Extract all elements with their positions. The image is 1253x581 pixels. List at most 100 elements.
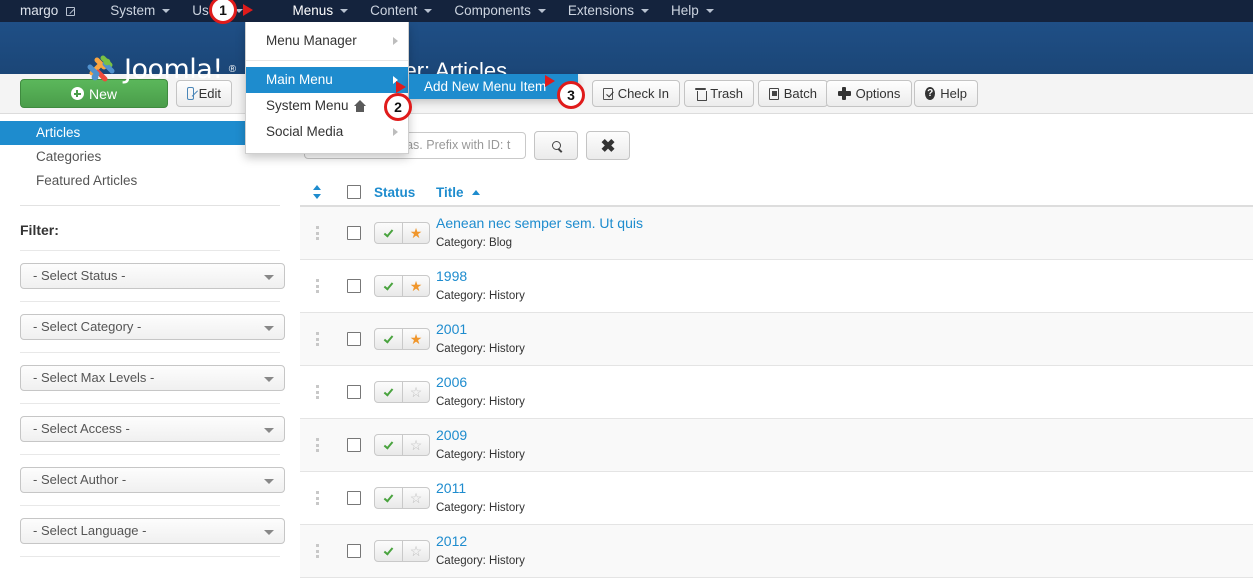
- column-header-title[interactable]: Title: [436, 185, 1253, 200]
- options-button-label: Options: [856, 86, 901, 101]
- row-drag-handle[interactable]: [300, 544, 334, 558]
- filter-select-author[interactable]: - Select Author -: [20, 467, 285, 493]
- row-checkbox[interactable]: [347, 279, 361, 293]
- row-title-cell: 2001 Category: History: [436, 321, 1253, 357]
- menus-dropdown: Menu Manager Main Menu System Menu Socia…: [245, 22, 409, 154]
- chevron-down-icon: [340, 9, 348, 13]
- filter-divider: [20, 556, 280, 557]
- row-drag-handle[interactable]: [300, 226, 334, 240]
- article-category: Category: History: [436, 343, 525, 355]
- article-category: Category: History: [436, 502, 525, 514]
- publish-toggle[interactable]: [375, 541, 402, 561]
- article-title-link[interactable]: 2001: [436, 321, 1253, 337]
- table-row[interactable]: ☆ 2009 Category: History: [300, 419, 1253, 472]
- row-drag-handle[interactable]: [300, 279, 334, 293]
- column-header-status[interactable]: Status: [374, 185, 436, 200]
- column-header-ordering[interactable]: [300, 185, 334, 199]
- home-icon: [354, 100, 367, 112]
- nav-item-menus[interactable]: Menus: [282, 0, 360, 22]
- row-checkbox-cell[interactable]: [334, 332, 374, 346]
- feature-toggle[interactable]: ★: [402, 329, 429, 349]
- star-outline-icon: ☆: [410, 544, 423, 558]
- filter-select-category[interactable]: - Select Category -: [20, 314, 285, 340]
- row-drag-handle[interactable]: [300, 491, 334, 505]
- dropdown-item-menu-manager[interactable]: Menu Manager: [246, 28, 408, 54]
- nav-item-help[interactable]: Help: [660, 0, 725, 22]
- article-title-link[interactable]: 2006: [436, 374, 1253, 390]
- table-row[interactable]: ☆ 2012 Category: History: [300, 525, 1253, 578]
- row-title-cell: 1998 Category: History: [436, 268, 1253, 304]
- publish-toggle[interactable]: [375, 488, 402, 508]
- nav-item-system[interactable]: System: [99, 0, 181, 22]
- table-row[interactable]: ★ 1998 Category: History: [300, 260, 1253, 313]
- header-band: Joomla! ® ager: Articles: [0, 22, 1253, 74]
- feature-toggle[interactable]: ☆: [402, 382, 429, 402]
- sidebar-item-articles[interactable]: Articles: [0, 121, 245, 145]
- row-checkbox[interactable]: [347, 226, 361, 240]
- article-title-link[interactable]: 2011: [436, 480, 1253, 496]
- row-checkbox[interactable]: [347, 544, 361, 558]
- publish-toggle[interactable]: [375, 435, 402, 455]
- publish-toggle[interactable]: [375, 382, 402, 402]
- row-checkbox-cell[interactable]: [334, 544, 374, 558]
- sidebar-item-featured-articles[interactable]: Featured Articles: [0, 169, 300, 193]
- article-title-link[interactable]: 2009: [436, 427, 1253, 443]
- check-in-button-label: Check In: [618, 86, 669, 101]
- feature-toggle[interactable]: ☆: [402, 541, 429, 561]
- star-outline-icon: ☆: [410, 438, 423, 452]
- row-checkbox-cell[interactable]: [334, 385, 374, 399]
- table-row[interactable]: ★ Aenean nec semper sem. Ut quis Categor…: [300, 207, 1253, 260]
- row-drag-handle[interactable]: [300, 385, 334, 399]
- select-all-checkbox[interactable]: [347, 185, 361, 199]
- row-checkbox-cell[interactable]: [334, 491, 374, 505]
- sidebar-label-articles: Articles: [36, 125, 80, 140]
- brand-link[interactable]: margo: [0, 0, 99, 22]
- options-button[interactable]: Options: [826, 80, 912, 107]
- row-checkbox[interactable]: [347, 491, 361, 505]
- row-checkbox[interactable]: [347, 332, 361, 346]
- row-checkbox-cell[interactable]: [334, 226, 374, 240]
- filter-select-status[interactable]: - Select Status -: [20, 263, 285, 289]
- dropdown-item-social-media[interactable]: Social Media: [246, 119, 408, 145]
- clear-search-button[interactable]: ✖: [586, 131, 630, 160]
- nav-item-components[interactable]: Components: [443, 0, 557, 22]
- filter-select-language[interactable]: - Select Language -: [20, 518, 285, 544]
- feature-toggle[interactable]: ★: [402, 276, 429, 296]
- row-drag-handle[interactable]: [300, 438, 334, 452]
- nav-item-content[interactable]: Content: [359, 0, 443, 22]
- table-row[interactable]: ☆ 2006 Category: History: [300, 366, 1253, 419]
- table-row[interactable]: ☆ 2011 Category: History: [300, 472, 1253, 525]
- row-checkbox-cell[interactable]: [334, 438, 374, 452]
- search-button[interactable]: [534, 131, 578, 160]
- trash-button[interactable]: Trash: [684, 80, 754, 107]
- dropdown-item-main-menu[interactable]: Main Menu: [246, 67, 408, 93]
- column-header-select-all[interactable]: [334, 185, 374, 199]
- publish-toggle[interactable]: [375, 223, 402, 243]
- dropdown-label-social-media: Social Media: [266, 119, 393, 145]
- feature-toggle[interactable]: ☆: [402, 435, 429, 455]
- check-in-button[interactable]: Check In: [592, 80, 680, 107]
- article-title-link[interactable]: Aenean nec semper sem. Ut quis: [436, 215, 1253, 231]
- article-title-link[interactable]: 1998: [436, 268, 1253, 284]
- filter-divider: [20, 505, 280, 506]
- nav-item-extensions[interactable]: Extensions: [557, 0, 660, 22]
- row-checkbox[interactable]: [347, 438, 361, 452]
- publish-toggle[interactable]: [375, 276, 402, 296]
- sidebar-label-featured: Featured Articles: [36, 173, 137, 188]
- filter-select-max-levels[interactable]: - Select Max Levels -: [20, 365, 285, 391]
- help-button[interactable]: ? Help: [914, 80, 978, 107]
- annotation-marker-2: 2: [384, 93, 412, 121]
- row-checkbox-cell[interactable]: [334, 279, 374, 293]
- table-row[interactable]: ★ 2001 Category: History: [300, 313, 1253, 366]
- filter-select-access[interactable]: - Select Access -: [20, 416, 285, 442]
- chevron-down-icon: [538, 9, 546, 13]
- row-checkbox[interactable]: [347, 385, 361, 399]
- row-drag-handle[interactable]: [300, 332, 334, 346]
- help-circle-icon: ?: [925, 87, 935, 100]
- article-title-link[interactable]: 2012: [436, 533, 1253, 549]
- publish-toggle[interactable]: [375, 329, 402, 349]
- feature-toggle[interactable]: ☆: [402, 488, 429, 508]
- chevron-right-icon: [393, 37, 398, 45]
- feature-toggle[interactable]: ★: [402, 223, 429, 243]
- batch-button[interactable]: Batch: [758, 80, 828, 107]
